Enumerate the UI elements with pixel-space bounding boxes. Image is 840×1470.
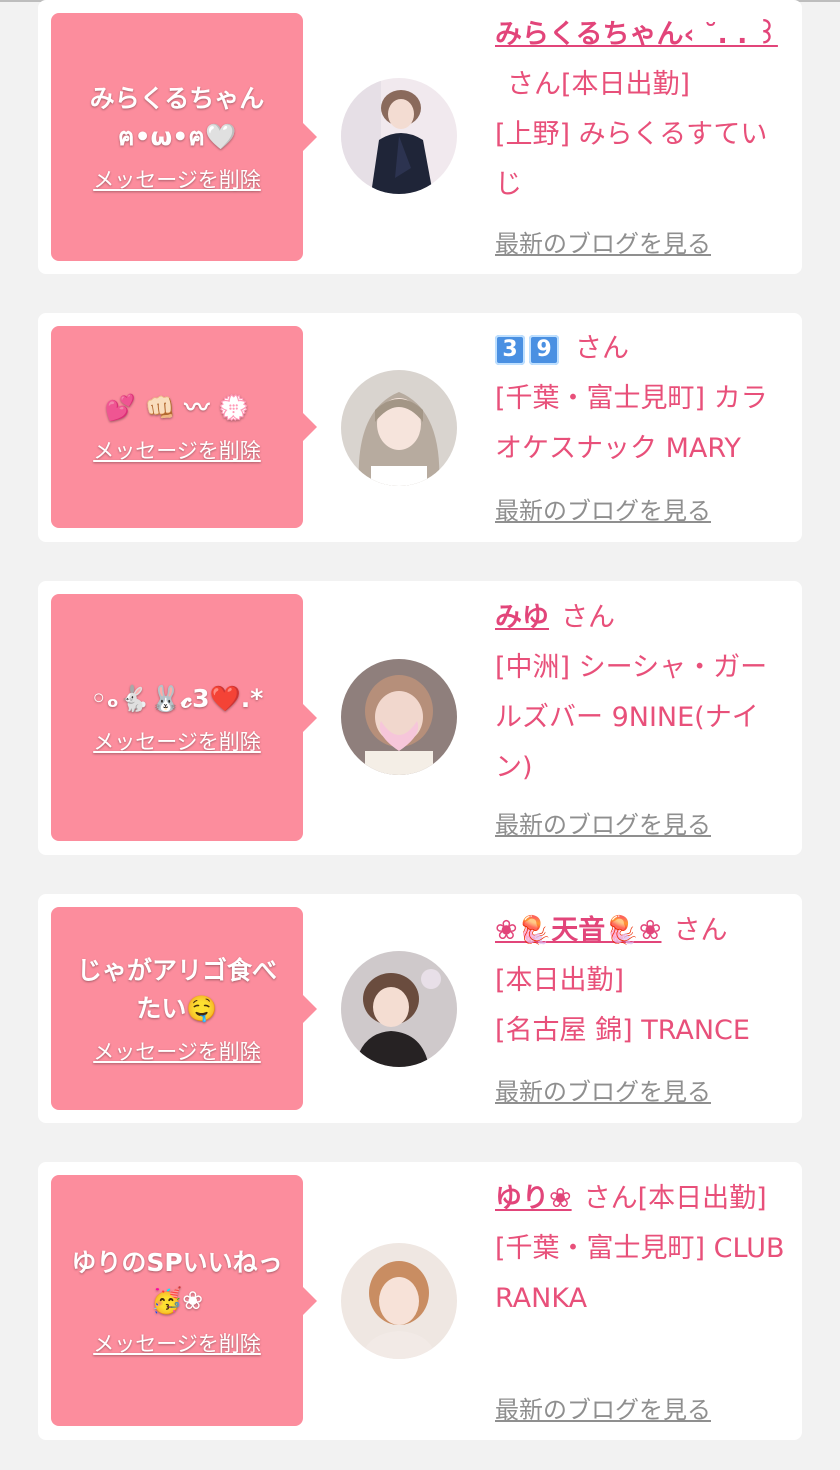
delete-message-link[interactable]: メッセージを削除: [93, 164, 261, 194]
shop-name: [上野] みらくるすていじ: [495, 119, 768, 200]
member-name-link[interactable]: みゆ: [495, 602, 549, 633]
digit-3-icon: 3: [495, 334, 525, 365]
shop-name: [名古屋 錦] TRANCE: [495, 1015, 750, 1046]
san-suffix: さん: [575, 333, 629, 364]
latest-blog-link[interactable]: 最新のブログを見る: [495, 224, 711, 259]
message-card: ゆりのSPいいねっ🥳❀ メッセージを削除 ゆり❀ さん[本日出勤] [千葉・富士見…: [38, 1162, 802, 1440]
delete-message-link[interactable]: メッセージを削除: [93, 1328, 261, 1358]
message-card: みらくるちゃん ฅ•ω•ฅ🤍 メッセージを削除 みらくるちゃん‹ ˘. . ꒱ さ…: [38, 0, 802, 274]
avatar[interactable]: [341, 951, 457, 1067]
avatar[interactable]: [341, 78, 457, 194]
shop-name: [中洲] シーシャ・ガールズバー 9NINE(ナイン): [495, 652, 768, 783]
san-suffix: さん: [507, 69, 561, 100]
message-card: 💕 👊🏻 〰 💮 メッセージを削除 3 9 さん [千葉・富士見町] カラオケスナッ…: [38, 313, 802, 542]
message-bubble: じゃがアリゴ食べたい🤤 メッセージを削除: [51, 907, 317, 1110]
member-info: ❀🪼天音🪼❀ さん [本日出勤] [名古屋 錦] TRANCE: [495, 906, 785, 1056]
delete-message-link[interactable]: メッセージを削除: [93, 726, 261, 756]
san-suffix: さん: [561, 602, 615, 633]
message-card: じゃがアリゴ食べたい🤤 メッセージを削除 ❀🪼天音🪼❀ さん [本日出勤] [名古…: [38, 894, 802, 1123]
message-text: 💕 👊🏻 〰 💮: [104, 393, 250, 422]
delete-message-link[interactable]: メッセージを削除: [93, 435, 261, 465]
latest-blog-link[interactable]: 最新のブログを見る: [495, 491, 711, 526]
message-card: ◦ₒ🐇🐰𝓬3❤️.* メッセージを削除 みゆ さん [中洲] シーシャ・ガールズバ…: [38, 581, 802, 855]
message-bubble: 💕 👊🏻 〰 💮 メッセージを削除: [51, 326, 317, 528]
latest-blog-link[interactable]: 最新のブログを見る: [495, 805, 711, 840]
member-info: ゆり❀ さん[本日出勤] [千葉・富士見町] CLUB RANKA: [495, 1174, 785, 1324]
digit-9-icon: 9: [529, 334, 559, 365]
status-badge: [本日出勤]: [561, 69, 691, 100]
member-info: みゆ さん [中洲] シーシャ・ガールズバー 9NINE(ナイン): [495, 593, 785, 793]
message-text: みらくるちゃん ฅ•ω•ฅ🤍: [89, 84, 265, 151]
avatar[interactable]: [341, 1243, 457, 1359]
avatar[interactable]: [341, 659, 457, 775]
message-text: ◦ₒ🐇🐰𝓬3❤️.*: [90, 683, 264, 713]
message-text: ゆりのSPいいねっ🥳❀: [71, 1247, 283, 1315]
message-bubble: ◦ₒ🐇🐰𝓬3❤️.* メッセージを削除: [51, 594, 317, 841]
shop-name: [千葉・富士見町] CLUB RANKA: [495, 1233, 785, 1314]
message-bubble: みらくるちゃん ฅ•ω•ฅ🤍 メッセージを削除: [51, 13, 317, 261]
delete-message-link[interactable]: メッセージを削除: [93, 1036, 261, 1066]
status-badge: [本日出勤]: [637, 1183, 767, 1214]
san-suffix: さん: [583, 1183, 638, 1214]
latest-blog-link[interactable]: 最新のブログを見る: [495, 1390, 711, 1425]
shop-name: [千葉・富士見町] カラオケスナック MARY: [495, 383, 768, 464]
san-suffix: さん: [673, 915, 728, 946]
member-name-link[interactable]: ❀🪼天音🪼❀: [495, 915, 661, 946]
member-info: 3 9 さん [千葉・富士見町] カラオケスナック MARY: [495, 324, 785, 474]
avatar[interactable]: [341, 370, 457, 486]
status-badge: [本日出勤]: [495, 965, 625, 996]
member-name-link[interactable]: ゆり❀: [495, 1183, 572, 1214]
message-text: じゃがアリゴ食べたい🤤: [76, 955, 277, 1023]
member-info: みらくるちゃん‹ ˘. . ꒱ さん[本日出勤] [上野] みらくるすていじ: [495, 10, 785, 210]
message-bubble: ゆりのSPいいねっ🥳❀ メッセージを削除: [51, 1175, 317, 1426]
member-name[interactable]: 39: [495, 333, 563, 365]
latest-blog-link[interactable]: 最新のブログを見る: [495, 1072, 711, 1107]
member-name-link[interactable]: みらくるちゃん‹ ˘. . ꒱: [495, 19, 778, 50]
